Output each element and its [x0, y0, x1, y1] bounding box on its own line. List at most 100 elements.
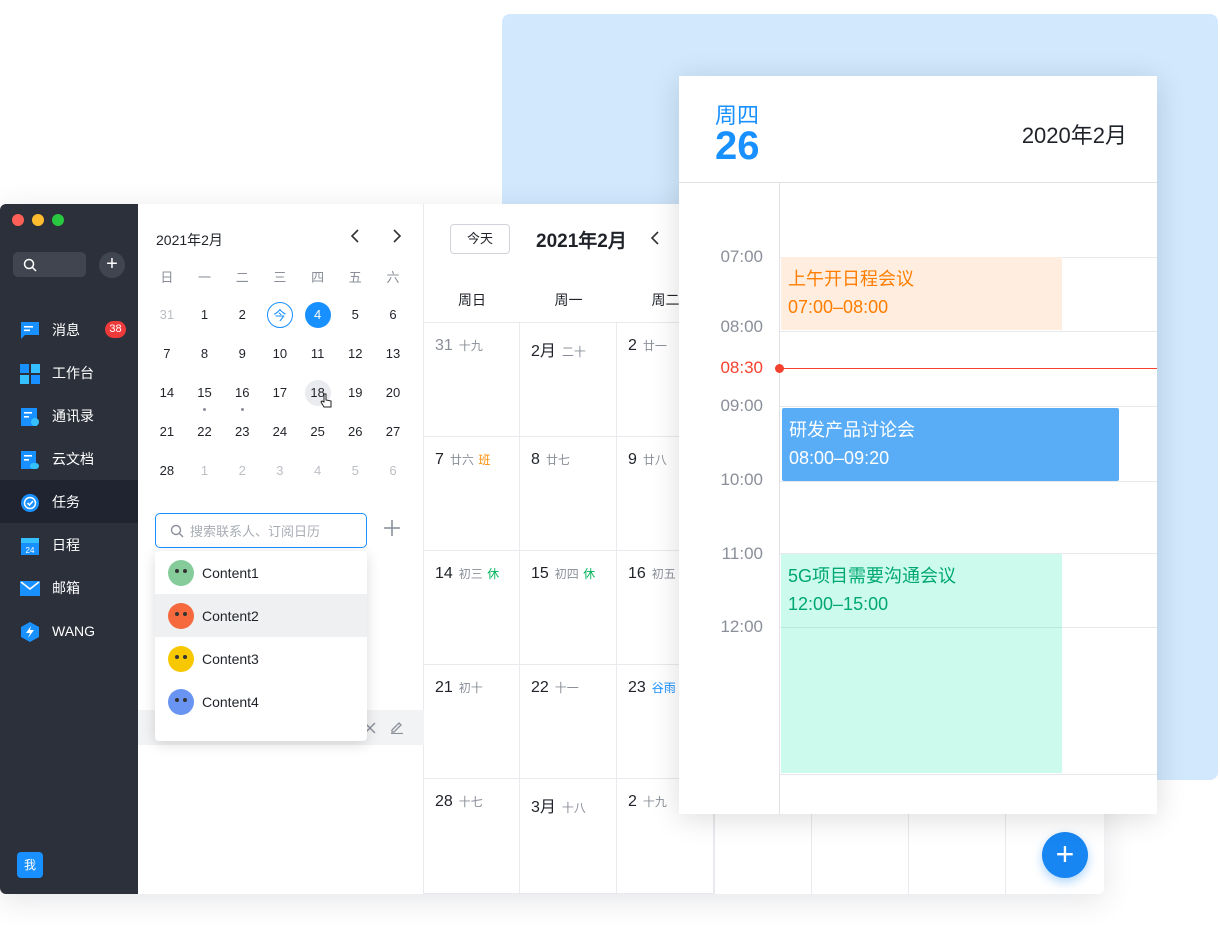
plus-icon: + [1055, 836, 1075, 872]
weekday-label: 三 [273, 270, 287, 285]
day-cell[interactable]: 11 [299, 341, 337, 380]
day-cell[interactable]: 10 [261, 341, 299, 380]
day-cell[interactable]: 20 [374, 380, 412, 419]
month-day-cell[interactable]: 8 廿七 [520, 437, 617, 551]
month-day-cell[interactable]: 15 初四 休 [520, 551, 617, 665]
day-cell[interactable]: 15 [186, 380, 224, 419]
lunar-date: 十九 [458, 339, 483, 353]
day-cell[interactable]: 13 [374, 341, 412, 380]
add-event-fab[interactable]: + [1042, 832, 1088, 878]
month-day-cell[interactable]: 22 十一 [520, 665, 617, 779]
sidebar-item-label: 消息 [52, 321, 80, 338]
day-cell[interactable]: 6 [374, 458, 412, 497]
contact-option[interactable]: Content2 [155, 594, 367, 637]
sidebar-item-label: 云文档 [52, 450, 94, 467]
month-day-cell[interactable]: 21 初十 [424, 665, 520, 779]
contact-search-input[interactable]: 搜索联系人、订阅日历 [155, 513, 367, 548]
day-cell[interactable]: 23 [223, 419, 261, 458]
day-cell[interactable]: 8 [186, 341, 224, 380]
window-maximize-dot[interactable] [52, 214, 64, 226]
day-cell[interactable]: 22 [186, 419, 224, 458]
day-cell[interactable]: 2 [223, 458, 261, 497]
task-icon [20, 493, 40, 512]
day-cell[interactable]: 3 [261, 458, 299, 497]
hovered-day-cell[interactable]: 18 [299, 380, 337, 419]
sidebar-item-mail[interactable]: 邮箱 [0, 566, 138, 609]
event-dot [203, 408, 207, 411]
contact-option[interactable]: Content3 [155, 637, 367, 680]
edit-icon[interactable] [390, 720, 404, 734]
window-minimize-dot[interactable] [32, 214, 44, 226]
sidebar-item-schedule[interactable]: 24 日程 [0, 523, 138, 566]
day-cell[interactable]: 16 [223, 380, 261, 419]
sidebar-search-button[interactable] [13, 252, 86, 277]
avatar [168, 559, 194, 586]
workbench-icon [20, 363, 40, 384]
event-block[interactable]: 研发产品讨论会 08:00–09:20 [782, 408, 1119, 481]
month-day-cell[interactable]: 28 十七 [424, 779, 520, 894]
contact-option[interactable]: Content4 [155, 680, 367, 723]
today-button[interactable]: 今天 [450, 224, 510, 254]
day-cell[interactable]: 1 [186, 302, 224, 341]
sidebar-item-wang[interactable]: WANG [0, 609, 138, 652]
month-day-cell[interactable]: 3月 十八 [520, 779, 617, 894]
contact-name: Content2 [202, 607, 259, 624]
chevron-left-icon [650, 231, 659, 245]
contact-option[interactable]: Content1 [155, 551, 367, 594]
month-day-cell[interactable]: 7 廿六 班 [424, 437, 520, 551]
day-cell[interactable]: 6 [374, 302, 412, 341]
day-month-title: 2020年2月 [1021, 123, 1127, 148]
day-cell[interactable]: 27 [374, 419, 412, 458]
month-prev-button[interactable] [648, 230, 662, 251]
month-day-cell[interactable]: 14 初三 休 [424, 551, 520, 665]
day-cell[interactable]: 2 [223, 302, 261, 341]
day-number: 31 [435, 337, 453, 354]
sidebar-item-cloud-docs[interactable]: 云文档 [0, 437, 138, 480]
sidebar-item-workbench[interactable]: 工作台 [0, 351, 138, 394]
window-close-dot[interactable] [12, 214, 24, 226]
sidebar-item-contacts[interactable]: 通讯录 [0, 394, 138, 437]
today-cell[interactable]: 今 [261, 302, 299, 341]
weekday-label: 五 [348, 270, 362, 285]
day-cell[interactable]: 14 [148, 380, 186, 419]
next-month-button[interactable] [390, 228, 404, 249]
day-number: 7 [435, 451, 444, 468]
sidebar-item-label: 日程 [52, 536, 80, 553]
selected-day-cell[interactable]: 4 [299, 302, 337, 341]
day-cell[interactable]: 25 [299, 419, 337, 458]
month-day-cell[interactable]: 2月 二十 [520, 323, 617, 437]
day-view-card: 周四 26 2020年2月 07:00 08:00 09:00 10:00 11… [679, 76, 1157, 814]
prev-month-button[interactable] [348, 228, 362, 249]
chevron-left-icon [350, 229, 359, 243]
day-cell[interactable]: 19 [336, 380, 374, 419]
day-cell[interactable]: 17 [261, 380, 299, 419]
day-cell[interactable]: 12 [336, 341, 374, 380]
add-calendar-button[interactable] [382, 518, 402, 543]
hour-line [781, 627, 1062, 628]
day-cell[interactable]: 21 [148, 419, 186, 458]
add-icon[interactable]: + [99, 252, 125, 278]
lunar-date: 十九 [642, 795, 667, 809]
day-cell[interactable]: 9 [223, 341, 261, 380]
sidebar-item-tasks[interactable]: 任务 [0, 480, 138, 523]
day-cell[interactable]: 26 [336, 419, 374, 458]
me-avatar[interactable]: 我 [17, 852, 43, 878]
day-cell[interactable]: 1 [186, 458, 224, 497]
day-cell[interactable]: 31 [148, 302, 186, 341]
event-block[interactable]: 上午开日程会议 07:00–08:00 [781, 257, 1062, 330]
time-label: 09:00 [720, 396, 763, 415]
day-cell[interactable]: 4 [299, 458, 337, 497]
day-cell[interactable]: 24 [261, 419, 299, 458]
avatar [168, 688, 194, 715]
holiday-tag: 休 [583, 567, 596, 581]
day-number: 28 [435, 793, 453, 810]
mini-weekday-row: 日 一 二 三 四 五 六 [148, 267, 412, 286]
day-cell[interactable]: 28 [148, 458, 186, 497]
day-cell[interactable]: 7 [148, 341, 186, 380]
event-block[interactable]: 5G项目需要沟通会议 12:00–15:00 [781, 554, 1062, 773]
time-label: 08:00 [720, 317, 763, 336]
day-cell[interactable]: 5 [336, 302, 374, 341]
day-cell[interactable]: 5 [336, 458, 374, 497]
sidebar-item-messages[interactable]: 消息 38 [0, 308, 138, 351]
month-day-cell[interactable]: 31 十九 [424, 323, 520, 437]
